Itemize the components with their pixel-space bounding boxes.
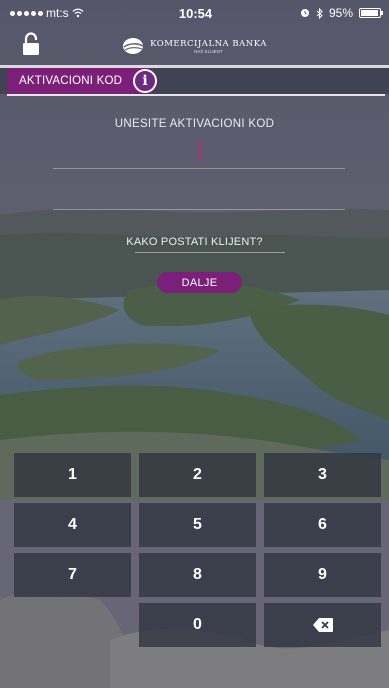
text-cursor bbox=[199, 140, 201, 162]
tab-underline bbox=[7, 94, 385, 96]
key-6[interactable]: 6 bbox=[264, 503, 381, 547]
tab-activation-code[interactable]: AKTIVACIONI KOD i bbox=[7, 68, 158, 94]
bank-tagline: NAŠ KLIJENT bbox=[194, 48, 223, 54]
signal-strength-icon bbox=[10, 10, 43, 16]
key-8[interactable]: 8 bbox=[139, 553, 256, 597]
key-3[interactable]: 3 bbox=[264, 453, 381, 497]
key-0[interactable]: 0 bbox=[139, 603, 256, 647]
backspace-key[interactable] bbox=[264, 603, 381, 647]
tab-label: AKTIVACIONI KOD bbox=[19, 75, 123, 87]
backspace-icon bbox=[312, 618, 333, 632]
battery-percent: 95% bbox=[328, 6, 353, 20]
link-underline bbox=[135, 252, 285, 253]
status-bar: mt:s 10:54 95% bbox=[0, 0, 389, 26]
tab-bar: AKTIVACIONI KOD i bbox=[0, 68, 389, 94]
alarm-icon bbox=[300, 9, 309, 17]
info-icon[interactable]: i bbox=[133, 69, 157, 93]
bank-name: KOMERCIJALNA BANKA bbox=[150, 38, 267, 49]
bluetooth-icon bbox=[316, 7, 323, 19]
carrier-area: mt:s bbox=[10, 6, 140, 20]
key-7[interactable]: 7 bbox=[14, 553, 131, 597]
lock-icon[interactable] bbox=[20, 32, 42, 56]
input-separator bbox=[53, 209, 345, 210]
continue-button[interactable]: DALJE bbox=[157, 272, 242, 293]
key-2[interactable]: 2 bbox=[139, 453, 256, 497]
battery-icon bbox=[359, 8, 383, 18]
key-9[interactable]: 9 bbox=[264, 553, 381, 597]
key-4[interactable]: 4 bbox=[14, 503, 131, 547]
app-header: KOMERCIJALNA BANKA NAŠ KLIJENT bbox=[0, 26, 389, 66]
carrier-name: mt:s bbox=[46, 6, 69, 20]
become-client-link[interactable]: KAKO POSTATI KLIJENT? bbox=[0, 236, 389, 248]
key-1[interactable]: 1 bbox=[14, 453, 131, 497]
battery-fill bbox=[361, 10, 379, 16]
form-title: UNESITE AKTIVACIONI KOD bbox=[114, 118, 275, 130]
wifi-icon bbox=[72, 8, 84, 18]
status-icons: 95% bbox=[251, 6, 383, 20]
key-5[interactable]: 5 bbox=[139, 503, 256, 547]
bank-logo-icon bbox=[123, 38, 144, 54]
input-underline bbox=[53, 168, 345, 169]
bank-logo: KOMERCIJALNA BANKA NAŠ KLIJENT bbox=[122, 37, 267, 55]
clock: 10:54 bbox=[178, 5, 213, 21]
